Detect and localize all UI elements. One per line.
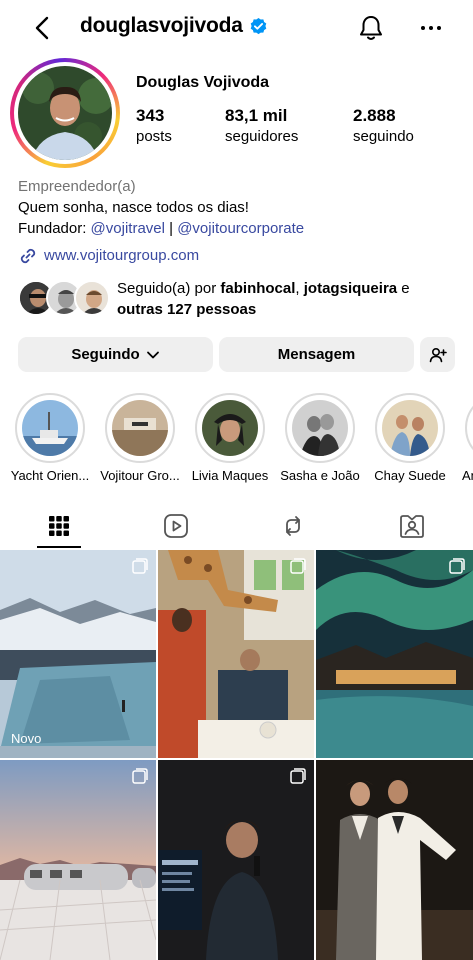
carousel-icon xyxy=(449,558,465,574)
profile-category: Empreendedor(a) xyxy=(18,178,136,195)
bio-founder-line: Fundador: @vojitravel | @vojitourcorpora… xyxy=(18,218,304,239)
follower-avatar xyxy=(74,280,110,316)
stat-posts-label: posts xyxy=(136,128,172,145)
username-row: douglasvojivoda xyxy=(80,14,268,38)
message-button-label: Mensagem xyxy=(277,346,356,363)
carousel-icon xyxy=(132,558,148,574)
highlight-yacht[interactable]: Yacht Orien... xyxy=(6,393,94,483)
avatar xyxy=(18,66,112,160)
highlight-label: An xyxy=(462,468,473,483)
post-tile[interactable] xyxy=(158,550,314,758)
highlight-sasha[interactable]: Sasha e João xyxy=(276,393,364,483)
followed-prefix: Seguido(a) por xyxy=(117,280,221,297)
grid-icon xyxy=(49,516,69,536)
tagged-icon xyxy=(400,515,424,538)
mention-vojitourcorporate[interactable]: @vojitourcorporate xyxy=(177,220,304,237)
followed-by-text: Seguido(a) por fabinhocal, jotagsiqueira… xyxy=(117,278,447,320)
link-icon xyxy=(20,248,36,263)
highlight-label: Yacht Orien... xyxy=(10,468,90,483)
profile-tabs xyxy=(0,504,473,550)
website-text: www.vojitourgroup.com xyxy=(44,247,200,264)
followed-user-2[interactable]: jotagsiqueira xyxy=(304,280,397,297)
post-tile[interactable] xyxy=(0,760,156,960)
message-button[interactable]: Mensagem xyxy=(219,337,414,372)
profile-bio: Empreendedor(a) Quem sonha, nasce todos … xyxy=(18,176,304,266)
highlight-cover xyxy=(292,400,348,456)
post-tile[interactable] xyxy=(316,760,473,960)
chevron-left-icon[interactable] xyxy=(28,12,56,44)
stat-followers[interactable]: 83,1 mil seguidores xyxy=(225,106,298,145)
add-user-button[interactable] xyxy=(420,337,455,372)
chevron-down-icon xyxy=(146,351,159,358)
following-button-label: Seguindo xyxy=(71,346,140,363)
followed-user-1[interactable]: fabinhocal xyxy=(220,280,295,297)
highlight-livia[interactable]: Livia Maques xyxy=(186,393,274,483)
mention-separator: | xyxy=(164,220,178,237)
carousel-icon xyxy=(132,768,148,784)
post-tile[interactable] xyxy=(158,760,314,960)
username: douglasvojivoda xyxy=(80,14,243,37)
post-tile[interactable] xyxy=(316,550,473,758)
followed-by[interactable]: Seguido(a) por fabinhocal, jotagsiqueira… xyxy=(18,278,458,320)
posts-grid: Novo xyxy=(0,550,473,960)
highlight-cover xyxy=(112,400,168,456)
highlight-label: Chay Suede xyxy=(374,468,446,483)
highlight-label: Vojitour Gro... xyxy=(100,468,180,483)
stat-followers-value: 83,1 mil xyxy=(225,106,288,125)
stat-posts[interactable]: 343 posts xyxy=(136,106,172,145)
avatar-story-ring[interactable] xyxy=(10,58,120,168)
stat-following-value: 2.888 xyxy=(353,106,396,125)
stat-posts-value: 343 xyxy=(136,106,165,125)
add-user-icon xyxy=(429,347,447,362)
more-horizontal-icon[interactable] xyxy=(418,14,444,42)
stat-followers-label: seguidores xyxy=(225,128,299,145)
highlight-chay[interactable]: Chay Suede xyxy=(366,393,454,483)
highlight-label: Sasha e João xyxy=(280,468,360,483)
highlight-cover xyxy=(202,400,258,456)
reposts-icon xyxy=(286,516,300,536)
highlight-partial[interactable]: An xyxy=(456,393,473,483)
highlight-vojitour[interactable]: Vojitour Gro... xyxy=(96,393,184,483)
active-tab-indicator xyxy=(37,546,81,548)
following-button[interactable]: Seguindo xyxy=(18,337,213,372)
mention-vojitravel[interactable]: @vojitravel xyxy=(91,220,165,237)
carousel-icon xyxy=(290,768,306,784)
bell-icon[interactable] xyxy=(357,13,385,43)
website-link[interactable]: www.vojitourgroup.com xyxy=(18,245,304,266)
top-bar: douglasvojivoda xyxy=(0,0,473,56)
carousel-icon xyxy=(290,558,306,574)
highlight-cover xyxy=(22,400,78,456)
post-tile[interactable]: Novo xyxy=(0,550,156,758)
reels-icon xyxy=(164,514,188,538)
tab-reposts[interactable] xyxy=(273,510,313,542)
tab-posts[interactable] xyxy=(39,510,79,542)
followed-others[interactable]: outras 127 pessoas xyxy=(117,301,256,318)
profile-full-name: Douglas Vojivoda xyxy=(136,74,270,91)
new-badge: Novo xyxy=(11,731,42,746)
tab-tagged[interactable] xyxy=(392,510,432,542)
stat-following[interactable]: 2.888 seguindo xyxy=(353,106,414,145)
followed-comma: , xyxy=(295,280,304,297)
founder-prefix: Fundador: xyxy=(18,220,91,237)
followed-conj: e xyxy=(397,280,410,297)
stat-following-label: seguindo xyxy=(353,128,414,145)
highlight-cover xyxy=(382,400,438,456)
bio-line: Quem sonha, nasce todos os dias! xyxy=(18,199,249,216)
highlight-label: Livia Maques xyxy=(191,468,269,483)
tab-reels[interactable] xyxy=(156,510,196,542)
verified-badge-icon xyxy=(250,17,266,34)
